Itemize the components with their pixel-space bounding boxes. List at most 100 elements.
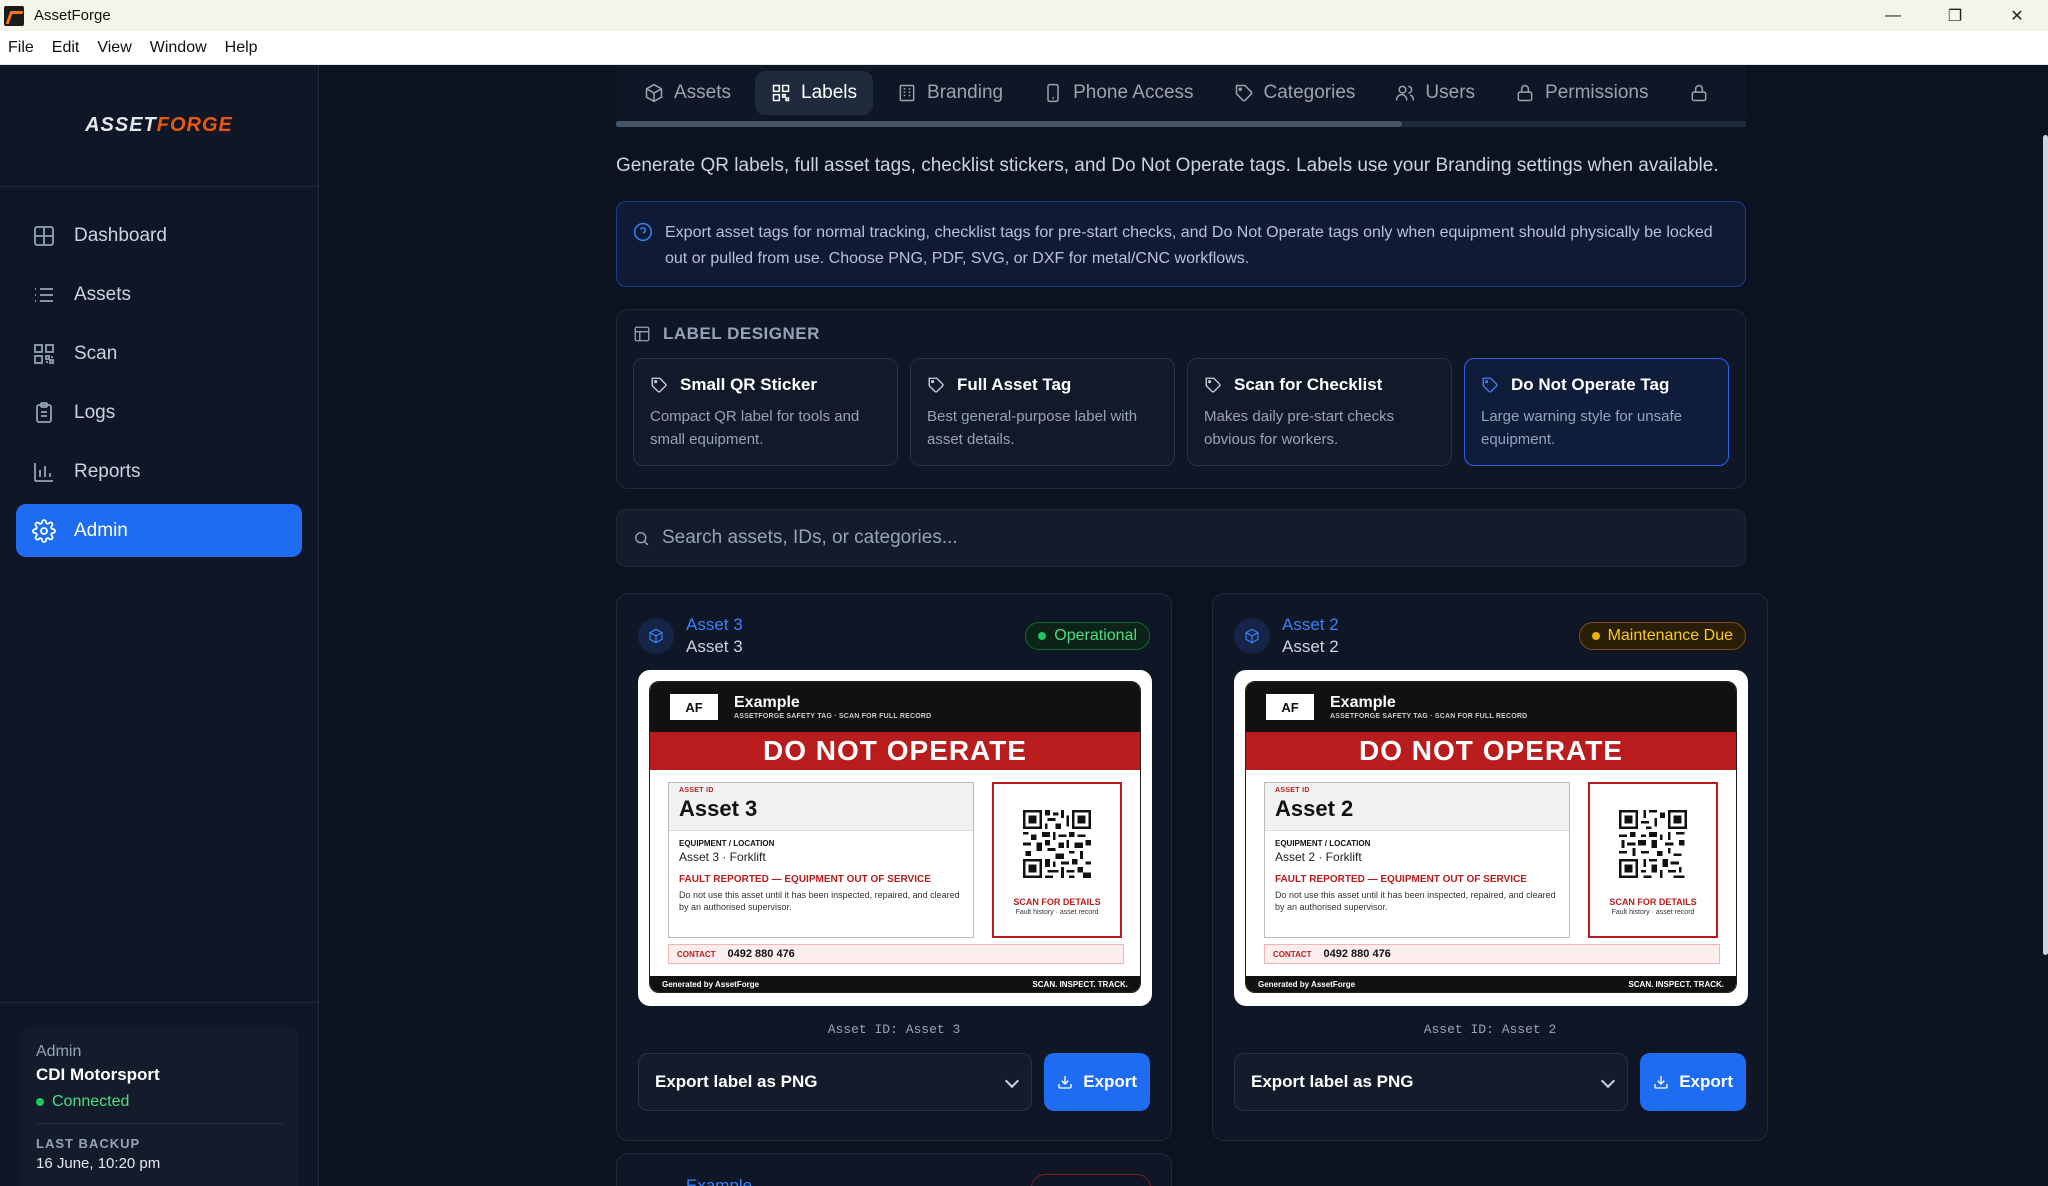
sidebar-item-label: Assets <box>74 283 132 305</box>
tab-label: Categories <box>1263 82 1356 103</box>
admin-tabs: Assets Labels Branding Phone Access Cate… <box>616 65 1746 121</box>
export-format-select[interactable]: Export label as PNG <box>1234 1053 1629 1111</box>
info-callout: Export asset tags for normal tracking, c… <box>616 201 1746 287</box>
main-panel: Assets Labels Branding Phone Access Cate… <box>320 65 2048 1186</box>
tab-labels[interactable]: Labels <box>755 71 874 115</box>
style-name: Scan for Checklist <box>1204 375 1435 395</box>
tag-icon <box>1205 377 1221 393</box>
search-input[interactable] <box>662 527 1562 549</box>
tab-more[interactable] <box>1673 71 1735 115</box>
style-do-not-operate-tag[interactable]: Do Not Operate Tag Large warning style f… <box>1464 358 1729 466</box>
style-small-qr-sticker[interactable]: Small QR Sticker Compact QR label for to… <box>633 358 898 466</box>
tab-scrollbar[interactable] <box>616 121 1746 127</box>
export-button[interactable]: Export <box>1640 1053 1746 1111</box>
tag-equip-label: EQUIPMENT / LOCATION <box>1275 839 1371 848</box>
chevron-down-icon <box>1601 1073 1616 1089</box>
building-icon <box>899 84 915 102</box>
tab-categories[interactable]: Categories <box>1218 71 1372 115</box>
sidebar-item-admin[interactable]: Admin <box>16 504 302 557</box>
tag-equip-label: EQUIPMENT / LOCATION <box>679 839 775 848</box>
brand-part2: FORGE <box>156 114 233 136</box>
minimize-button[interactable]: — <box>1862 0 1924 31</box>
menu-file[interactable]: File <box>8 39 34 57</box>
users-icon <box>1396 85 1415 101</box>
divider <box>36 1123 283 1124</box>
tag-scan-sub: Fault history · asset record <box>1015 909 1099 916</box>
tab-label: Users <box>1425 82 1476 103</box>
tag-contact-label: CONTACT <box>677 949 716 959</box>
status-badge-label: Operational <box>1054 627 1137 644</box>
main-scrollbar[interactable] <box>2042 65 2048 1186</box>
menu-help[interactable]: Help <box>225 39 258 57</box>
style-scan-for-checklist[interactable]: Scan for Checklist Makes daily pre-start… <box>1187 358 1452 466</box>
tag-contact-value: 0492 880 476 <box>727 948 795 960</box>
tag-company: Example <box>734 693 800 711</box>
labels-intro: Generate QR labels, full asset tags, che… <box>616 155 1719 176</box>
gear-icon <box>32 518 56 543</box>
tag-scan-label: SCAN FOR DETAILS <box>1013 897 1101 907</box>
title-bar: AssetForge — ❐ ✕ <box>0 0 2048 31</box>
export-row: Export label as PNG Export <box>1234 1053 1746 1111</box>
export-format-select[interactable]: Export label as PNG <box>638 1053 1033 1111</box>
tag-banner: DO NOT OPERATE <box>1246 732 1736 770</box>
tab-branding[interactable]: Branding <box>881 71 1019 115</box>
brand-logo[interactable]: ASSETFORGE <box>85 114 233 137</box>
tag-equip-value: Asset 3 · Forklift <box>679 850 766 864</box>
tag-asset-id-label: ASSET ID <box>1275 787 1310 794</box>
style-name: Full Asset Tag <box>927 375 1158 395</box>
tab-scrollbar-thumb[interactable] <box>616 121 1402 127</box>
asset-link[interactable]: Asset 3 <box>686 615 743 635</box>
tab-label: Permissions <box>1545 82 1649 103</box>
tag-asset-id: Asset 3 <box>679 796 758 821</box>
tag-icon <box>928 377 944 393</box>
label-designer-title-text: LABEL DESIGNER <box>663 324 820 343</box>
close-button[interactable]: ✕ <box>1986 0 2048 31</box>
tab-users[interactable]: Users <box>1379 71 1491 115</box>
tag-fault-desc: Do not use this asset until it has been … <box>679 890 960 912</box>
tag-id-block: ASSET ID Asset 3 <box>669 783 973 831</box>
sidebar-item-reports[interactable]: Reports <box>16 445 302 498</box>
restore-button[interactable]: ❐ <box>1924 0 1986 31</box>
sidebar-item-dashboard[interactable]: Dashboard <box>16 209 302 262</box>
tag-company-sub: ASSETFORGE SAFETY TAG · SCAN FOR FULL RE… <box>734 712 932 720</box>
tab-assets[interactable]: Assets <box>628 71 747 115</box>
label-designer: LABEL DESIGNER Small QR Sticker Compact … <box>616 309 1746 489</box>
menu-window[interactable]: Window <box>150 39 207 57</box>
lock-icon <box>1691 84 1706 102</box>
qr-code-icon <box>1619 810 1687 878</box>
help-circle-icon <box>633 222 653 242</box>
export-button[interactable]: Export <box>1044 1053 1150 1111</box>
labels-content: Assets Labels Branding Phone Access Cate… <box>616 65 1768 1141</box>
sidebar-item-scan[interactable]: Scan <box>16 327 302 380</box>
style-desc: Large warning style for unsafe equipment… <box>1481 408 1682 448</box>
window-title: AssetForge <box>34 7 111 24</box>
tag-equip-value: Asset 2 · Forklift <box>1275 850 1362 864</box>
style-full-asset-tag[interactable]: Full Asset Tag Best general-purpose labe… <box>910 358 1175 466</box>
sidebar-item-assets[interactable]: Assets <box>16 268 302 321</box>
tab-label: Branding <box>927 82 1004 103</box>
tag-body: ASSET ID Asset 3 EQUIPMENT / LOCATION As… <box>668 782 1124 938</box>
asset-icon <box>1234 618 1270 654</box>
style-name-text: Scan for Checklist <box>1234 375 1383 394</box>
asset-link[interactable]: Asset 2 <box>1282 615 1339 635</box>
tab-permissions[interactable]: Permissions <box>1499 71 1664 115</box>
tag-footer-right: SCAN. INSPECT. TRACK. <box>1628 979 1724 989</box>
info-text: Export asset tags for normal tracking, c… <box>665 224 1713 267</box>
tab-phone-access[interactable]: Phone Access <box>1027 71 1209 115</box>
sidebar-item-logs[interactable]: Logs <box>16 386 302 439</box>
tag-company-block: Example ASSETFORGE SAFETY TAG · SCAN FOR… <box>734 693 932 720</box>
asset-id-line: Asset ID: Asset 3 <box>827 1022 961 1037</box>
main-scrollbar-thumb[interactable] <box>2043 135 2048 955</box>
export-button-label: Export <box>1083 1072 1138 1091</box>
account-org: CDI Motorsport <box>36 1065 160 1084</box>
menu-edit[interactable]: Edit <box>52 39 80 57</box>
status-badge: Operational <box>1025 622 1150 650</box>
layout-icon <box>634 326 650 342</box>
menu-view[interactable]: View <box>97 39 131 57</box>
box-icon <box>645 83 663 103</box>
tag-footer-left: Generated by AssetForge <box>1258 979 1356 989</box>
tag-info: ASSET ID Asset 2 EQUIPMENT / LOCATION As… <box>1264 782 1570 938</box>
asset-label-card: Asset 3 Asset 3 Operational AF Example A… <box>616 593 1172 1141</box>
card-header: Asset 3 Asset 3 Operational <box>638 614 1150 658</box>
list-icon <box>35 287 53 302</box>
